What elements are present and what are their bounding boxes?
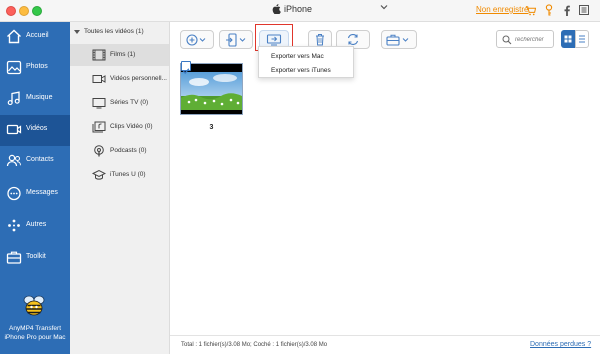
- sidebar-item-toolkit[interactable]: Toolkit: [0, 243, 70, 274]
- search-box[interactable]: [496, 30, 554, 48]
- toolbar: [170, 22, 600, 56]
- export-to-mac-menu-item[interactable]: Exporter vers Mac: [271, 53, 324, 60]
- list-view-button[interactable]: [575, 30, 589, 48]
- window-close-button[interactable]: [6, 6, 16, 16]
- category-item-tv-shows[interactable]: Séries TV (0): [70, 92, 169, 114]
- add-button[interactable]: [180, 30, 214, 49]
- sidebar-item-label: Messages: [26, 189, 58, 196]
- sidebar-item-messages[interactable]: Messages: [0, 179, 70, 210]
- export-menu: Exporter vers Mac Exporter vers iTunes: [258, 46, 354, 78]
- sidebar-item-label: Toolkit: [26, 253, 46, 260]
- category-item-home-videos[interactable]: Vidéos personnell...: [70, 68, 169, 90]
- music-icon: [7, 91, 20, 106]
- checkmark-icon: [182, 68, 190, 74]
- messages-icon: [7, 186, 21, 201]
- app-window: iPhone Non enregistré Accueil Photos Mus…: [0, 0, 600, 354]
- video-preview-image: [181, 64, 242, 114]
- apple-icon: [272, 4, 281, 14]
- video-icon: [6, 124, 22, 135]
- film-icon: [92, 49, 106, 61]
- search-input[interactable]: [515, 33, 553, 46]
- grid-view-icon: [564, 35, 572, 43]
- toolbox-icon: [386, 34, 409, 46]
- status-bar: Total : 1 fichier(s)/3.08 Mo; Coché : 1 …: [170, 335, 600, 354]
- clip-icon: [92, 121, 106, 133]
- disclosure-triangle-icon: [74, 29, 80, 34]
- sidebar-item-contacts[interactable]: Contacts: [0, 146, 70, 177]
- sidebar-item-label: Musique: [26, 94, 53, 101]
- main-sidebar: Accueil Photos Musique Vidéos Contacts M…: [0, 22, 70, 354]
- facebook-icon[interactable]: [561, 3, 573, 17]
- home-icon: [7, 29, 21, 44]
- menu-icon[interactable]: [578, 3, 590, 17]
- refresh-icon: [347, 34, 359, 45]
- sidebar-item-musique[interactable]: Musique: [0, 84, 70, 115]
- window-zoom-button[interactable]: [32, 6, 42, 16]
- thumbnail-checkbox[interactable]: [181, 61, 191, 74]
- sidebar-item-label: Contacts: [26, 156, 54, 163]
- category-item-films[interactable]: Films (1): [70, 44, 169, 66]
- itunes-u-icon: [92, 169, 106, 180]
- sidebar-item-videos[interactable]: Vidéos: [0, 115, 70, 146]
- category-item-podcasts[interactable]: Podcasts (0): [70, 140, 169, 162]
- status-text: Total : 1 fichier(s)/3.08 Mo; Coché : 1 …: [181, 342, 328, 348]
- camera-icon: [92, 75, 106, 83]
- window-minimize-button[interactable]: [19, 6, 29, 16]
- export-to-itunes-menu-item[interactable]: Exporter vers iTunes: [271, 67, 331, 74]
- contacts-icon: [6, 154, 21, 167]
- export-to-device-icon: [226, 32, 246, 47]
- thumbnail-label: 3: [209, 124, 214, 131]
- category-item-music-videos[interactable]: Clips Vidéo (0): [70, 116, 169, 138]
- trash-icon: [316, 34, 324, 46]
- others-icon: [8, 219, 20, 232]
- sidebar-item-label: Photos: [26, 63, 48, 70]
- search-icon: [502, 35, 512, 45]
- photos-icon: [6, 60, 22, 75]
- brand-name: AnyMP4 Transfert iPhone Pro pour Mac: [4, 325, 66, 341]
- device-selector[interactable]: iPhone: [272, 4, 312, 14]
- category-item-itunes-u[interactable]: iTunes U (0): [70, 164, 169, 186]
- podcast-icon: [94, 145, 104, 157]
- sidebar-item-photos[interactable]: Photos: [0, 53, 70, 84]
- list-view-icon: [579, 35, 585, 43]
- sidebar-item-label: Accueil: [26, 32, 49, 39]
- export-to-pc-icon: [266, 33, 282, 45]
- sidebar-item-label: Vidéos: [26, 125, 48, 132]
- add-icon: [186, 33, 206, 46]
- category-panel: Toutes les vidéos (1) Films (1) Vidéos p…: [70, 22, 170, 354]
- toolkit-icon: [6, 251, 22, 264]
- title-bar: iPhone Non enregistré: [0, 0, 600, 22]
- key-icon[interactable]: [543, 3, 555, 17]
- bee-logo-icon: [23, 295, 45, 316]
- export-to-device-button[interactable]: [219, 30, 253, 49]
- device-name: iPhone: [284, 4, 313, 14]
- all-videos-header[interactable]: Toutes les vidéos (1): [74, 28, 144, 35]
- toolbox-button[interactable]: [381, 30, 417, 49]
- sidebar-item-label: Autres: [26, 221, 47, 228]
- lost-data-link[interactable]: Données perdues ?: [530, 341, 591, 348]
- sidebar-item-accueil[interactable]: Accueil: [0, 22, 70, 53]
- not-registered-link[interactable]: Non enregistré: [476, 5, 528, 14]
- tv-icon: [92, 98, 106, 109]
- sidebar-item-autres[interactable]: Autres: [0, 211, 70, 242]
- grid-view-button[interactable]: [561, 30, 575, 48]
- cart-icon[interactable]: [524, 3, 536, 17]
- chevron-down-icon[interactable]: [380, 3, 388, 13]
